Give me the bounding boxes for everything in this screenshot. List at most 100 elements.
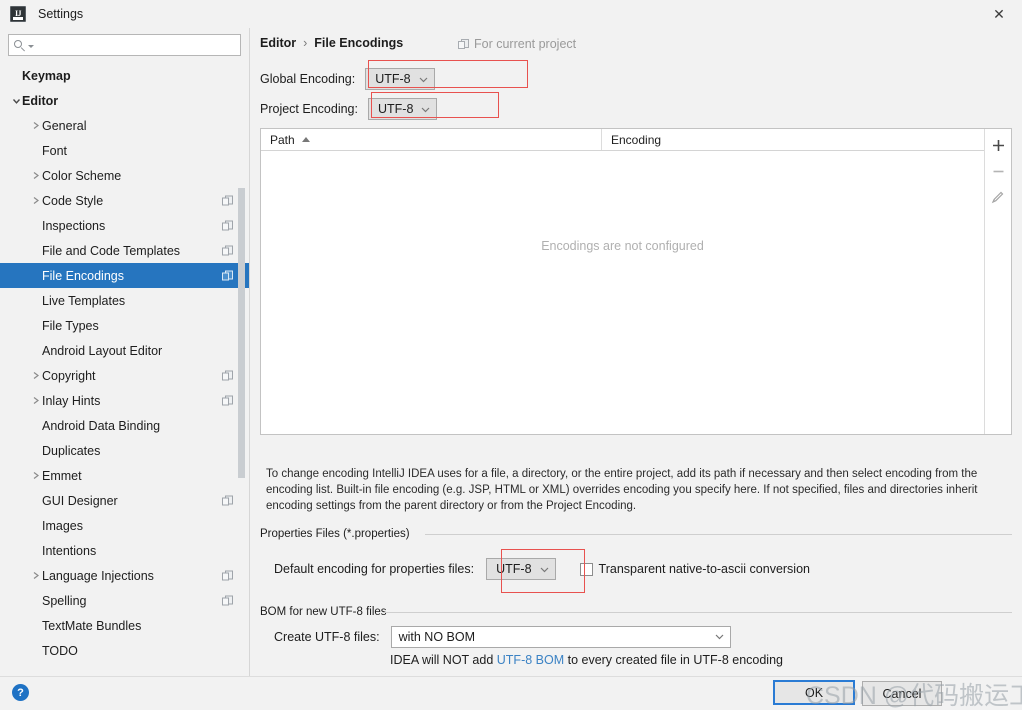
- create-utf8-files-row: Create UTF-8 files: with NO BOM: [274, 626, 731, 648]
- sidebar-item-label: TextMate Bundles: [42, 619, 141, 633]
- edit-row-button[interactable]: [986, 184, 1011, 210]
- chevron-right-icon[interactable]: [30, 396, 42, 405]
- properties-group-title: Properties Files (*.properties): [260, 528, 416, 540]
- project-scope-icon: [222, 495, 233, 506]
- sidebar-item-label: Intentions: [42, 544, 96, 558]
- sidebar-item-todo[interactable]: TODO: [0, 638, 249, 663]
- dialog-footer: ? OK Cancel: [0, 676, 1022, 710]
- search-box[interactable]: [8, 34, 241, 56]
- ok-button[interactable]: OK: [773, 680, 855, 705]
- chevron-right-icon[interactable]: [30, 571, 42, 580]
- project-scope-icon: [222, 370, 233, 381]
- sidebar-item-android-layout-editor[interactable]: Android Layout Editor: [0, 338, 249, 363]
- global-encoding-value: UTF-8: [375, 72, 410, 86]
- utf8-bom-link[interactable]: UTF-8 BOM: [497, 653, 564, 667]
- create-utf8-files-dropdown[interactable]: with NO BOM: [391, 626, 731, 648]
- transparent-native-to-ascii-label: Transparent native-to-ascii conversion: [599, 562, 810, 576]
- cancel-button[interactable]: Cancel: [862, 681, 942, 706]
- sidebar-item-label: Inlay Hints: [42, 394, 100, 408]
- sidebar-item-code-style[interactable]: Code Style: [0, 188, 249, 213]
- properties-group-divider: [425, 534, 1012, 535]
- table-toolbar: [984, 129, 1011, 434]
- sidebar-item-copyright[interactable]: Copyright: [0, 363, 249, 388]
- create-utf8-files-label: Create UTF-8 files:: [274, 630, 380, 644]
- breadcrumb-separator: ›: [303, 36, 307, 50]
- bom-hint: IDEA will NOT add UTF-8 BOM to every cre…: [390, 653, 783, 667]
- global-encoding-dropdown[interactable]: UTF-8: [365, 68, 434, 90]
- transparent-native-to-ascii-checkbox[interactable]: Transparent native-to-ascii conversion: [580, 562, 810, 576]
- sidebar-item-label: Live Templates: [42, 294, 125, 308]
- chevron-right-icon[interactable]: [30, 371, 42, 380]
- chevron-right-icon[interactable]: [30, 121, 42, 130]
- bom-hint-suffix: to every created file in UTF-8 encoding: [564, 653, 783, 667]
- chevron-right-icon[interactable]: [30, 196, 42, 205]
- sidebar-item-label: Images: [42, 519, 83, 533]
- remove-row-button[interactable]: [986, 158, 1011, 184]
- bom-hint-prefix: IDEA will NOT add: [390, 653, 497, 667]
- project-scope-icon: [222, 220, 233, 231]
- chevron-down-icon: [421, 105, 430, 114]
- sidebar-item-label: General: [42, 119, 86, 133]
- sidebar-item-language-injections[interactable]: Language Injections: [0, 563, 249, 588]
- sidebar-item-color-scheme[interactable]: Color Scheme: [0, 163, 249, 188]
- sidebar-item-editor[interactable]: Editor: [0, 88, 249, 113]
- sidebar-item-inlay-hints[interactable]: Inlay Hints: [0, 388, 249, 413]
- search-input[interactable]: [37, 37, 235, 53]
- breadcrumb-parent[interactable]: Editor: [260, 36, 296, 50]
- sidebar-item-label: Editor: [22, 94, 58, 108]
- close-icon[interactable]: ✕: [976, 0, 1022, 28]
- sidebar-item-general[interactable]: General: [0, 113, 249, 138]
- sidebar-item-label: Code Style: [42, 194, 103, 208]
- chevron-down-icon: [540, 565, 549, 574]
- sidebar-item-android-data-binding[interactable]: Android Data Binding: [0, 413, 249, 438]
- add-row-button[interactable]: [986, 132, 1011, 158]
- sidebar-item-inspections[interactable]: Inspections: [0, 213, 249, 238]
- chevron-down-icon: [419, 75, 428, 84]
- sidebar-item-images[interactable]: Images: [0, 513, 249, 538]
- sidebar-scrollbar-track[interactable]: [240, 83, 247, 643]
- project-encoding-dropdown[interactable]: UTF-8: [368, 98, 437, 120]
- column-header-path[interactable]: Path: [261, 129, 602, 150]
- intellij-idea-icon: IJ: [10, 6, 26, 22]
- settings-tree: Keymap Editor General Font Color Scheme Code …: [0, 63, 249, 663]
- bom-group-divider: [383, 612, 1012, 613]
- default-properties-encoding-dropdown[interactable]: UTF-8: [486, 558, 555, 580]
- project-scope-icon: [222, 595, 233, 606]
- project-scope-icon: [222, 195, 233, 206]
- sidebar-item-duplicates[interactable]: Duplicates: [0, 438, 249, 463]
- chevron-down-icon[interactable]: [10, 97, 22, 105]
- sidebar-item-label: GUI Designer: [42, 494, 118, 508]
- chevron-right-icon[interactable]: [30, 471, 42, 480]
- sidebar-item-intentions[interactable]: Intentions: [0, 538, 249, 563]
- sidebar-item-file-encodings[interactable]: File Encodings: [0, 263, 249, 288]
- global-encoding-label: Global Encoding:: [260, 72, 355, 86]
- sidebar-item-spelling[interactable]: Spelling: [0, 588, 249, 613]
- search-icon: [14, 39, 27, 52]
- default-properties-encoding-value: UTF-8: [496, 562, 531, 576]
- sidebar-scrollbar-thumb[interactable]: [238, 188, 245, 478]
- sidebar-item-label: File and Code Templates: [42, 244, 180, 258]
- chevron-right-icon[interactable]: [30, 171, 42, 180]
- settings-sidebar: Keymap Editor General Font Color Scheme Code …: [0, 28, 250, 676]
- sidebar-item-textmate-bundles[interactable]: TextMate Bundles: [0, 613, 249, 638]
- project-encoding-value: UTF-8: [378, 102, 413, 116]
- sidebar-item-file-types[interactable]: File Types: [0, 313, 249, 338]
- sidebar-item-label: Font: [42, 144, 67, 158]
- column-header-encoding[interactable]: Encoding: [602, 129, 661, 150]
- help-icon[interactable]: ?: [12, 684, 29, 701]
- sidebar-item-emmet[interactable]: Emmet: [0, 463, 249, 488]
- for-current-project-label: For current project: [458, 37, 576, 51]
- sidebar-item-live-templates[interactable]: Live Templates: [0, 288, 249, 313]
- sidebar-item-keymap[interactable]: Keymap: [0, 63, 249, 88]
- breadcrumb-current: File Encodings: [314, 36, 403, 50]
- default-properties-encoding-row: Default encoding for properties files: U…: [274, 558, 810, 580]
- breadcrumb: Editor › File Encodings: [260, 36, 403, 50]
- bom-group-title: BOM for new UTF-8 files: [260, 606, 393, 618]
- sidebar-item-font[interactable]: Font: [0, 138, 249, 163]
- checkbox-box[interactable]: [580, 563, 593, 576]
- sidebar-item-gui-designer[interactable]: GUI Designer: [0, 488, 249, 513]
- sidebar-item-label: File Encodings: [42, 269, 124, 283]
- default-properties-encoding-label: Default encoding for properties files:: [274, 562, 474, 576]
- sidebar-item-label: Android Data Binding: [42, 419, 160, 433]
- sidebar-item-file-and-code-templates[interactable]: File and Code Templates: [0, 238, 249, 263]
